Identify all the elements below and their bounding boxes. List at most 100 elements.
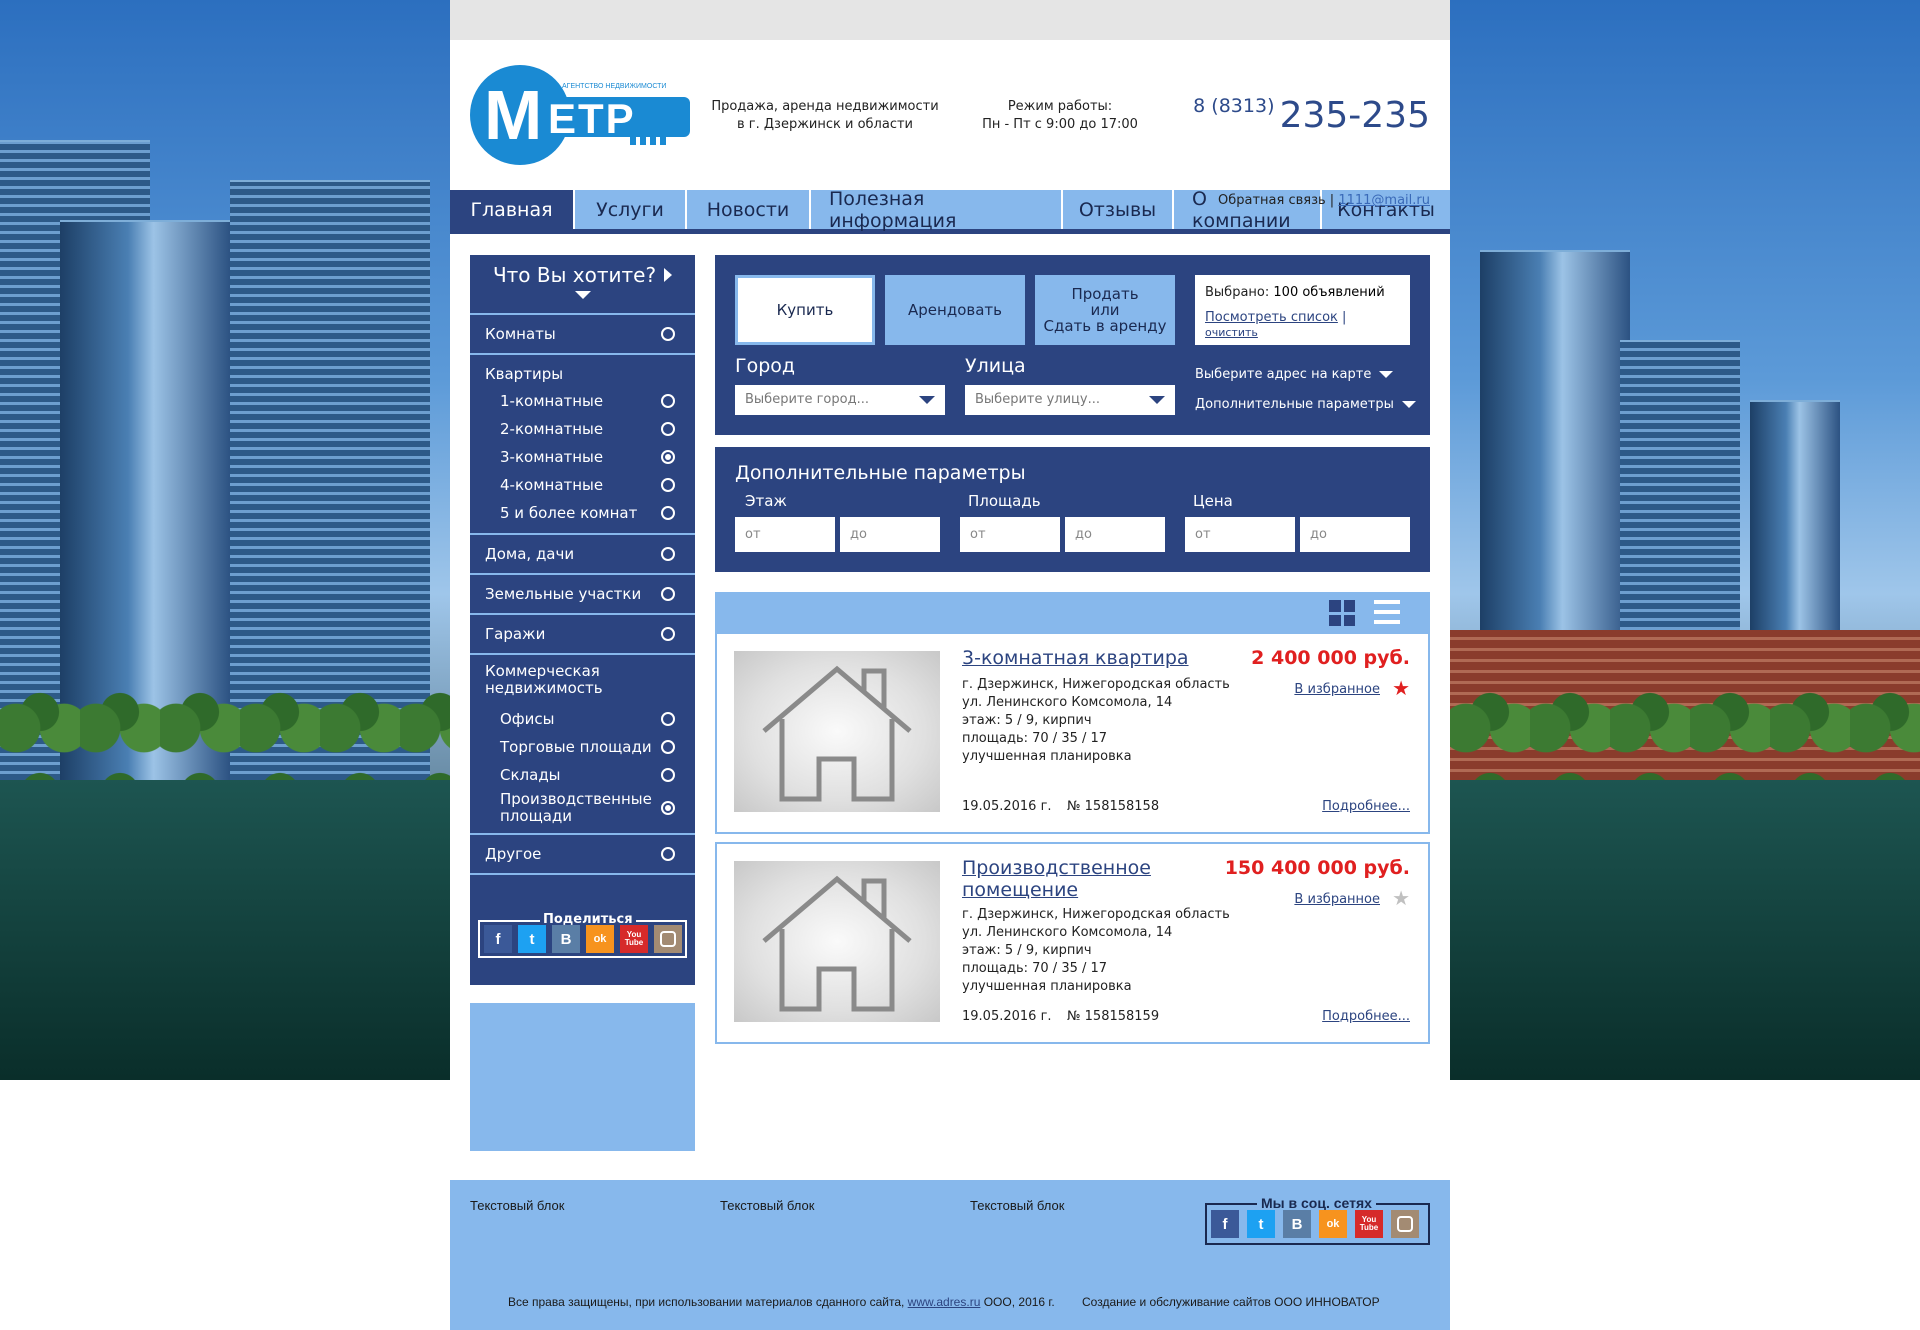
radio-button[interactable]: [661, 394, 675, 408]
favorite-star-icon[interactable]: ★: [1392, 888, 1410, 908]
logo[interactable]: M 2 АГЕНТСТВО НЕДВИЖИМОСТИ ЕТР: [470, 65, 696, 165]
radio-button-selected[interactable]: [661, 801, 675, 815]
facebook-icon[interactable]: f: [484, 925, 512, 953]
nav-item-useful-info[interactable]: Полезная информация: [811, 188, 1063, 232]
radio-button-selected[interactable]: [661, 450, 675, 464]
radio-button[interactable]: [661, 422, 675, 436]
listing-date: 19.05.2016 г.: [962, 1009, 1052, 1024]
sidebar-heading[interactable]: Что Вы хотите?: [470, 255, 695, 315]
sell-or-lease-button[interactable]: Продать или Сдать в аренду: [1035, 275, 1175, 345]
category-garages[interactable]: Гаражи: [470, 621, 695, 647]
site-creator: Создание и обслуживание сайтов ООО ИННОВ…: [1082, 1295, 1380, 1309]
site-link[interactable]: www.adres.ru: [908, 1295, 981, 1309]
area-to-input[interactable]: до: [1065, 517, 1165, 552]
instagram-icon[interactable]: [654, 925, 682, 953]
listing-title-link[interactable]: Производственное помещение: [962, 857, 1192, 901]
details-link[interactable]: Подробнее...: [1322, 799, 1410, 814]
radio-button[interactable]: [661, 478, 675, 492]
floor-from-input[interactable]: от: [735, 517, 835, 552]
twitter-icon[interactable]: t: [1247, 1210, 1275, 1238]
instagram-icon[interactable]: [1391, 1210, 1419, 1238]
listing-date: 19.05.2016 г.: [962, 799, 1052, 814]
footer-text-block: Текстовый блок: [470, 1198, 565, 1213]
listing-card[interactable]: Производственное помещение 150 400 000 р…: [715, 842, 1430, 1044]
vk-icon[interactable]: B: [552, 925, 580, 953]
chevron-down-icon: [919, 396, 935, 404]
nav-item-reviews[interactable]: Отзывы: [1063, 190, 1174, 229]
details-link[interactable]: Подробнее...: [1322, 1009, 1410, 1024]
radio-button[interactable]: [661, 506, 675, 520]
radio-button[interactable]: [661, 847, 675, 861]
category-other[interactable]: Другое: [470, 841, 695, 867]
floor-label: Этаж: [745, 492, 787, 510]
category-2-room[interactable]: 2-комнатные: [470, 415, 695, 443]
footer: Текстовый блок Текстовый блок Текстовый …: [450, 1180, 1450, 1330]
nav-item-services[interactable]: Услуги: [575, 190, 687, 229]
twitter-icon[interactable]: t: [518, 925, 546, 953]
category-houses[interactable]: Дома, дачи: [470, 541, 695, 567]
view-list-link[interactable]: Посмотреть список: [1205, 310, 1338, 325]
favorite-star-icon[interactable]: ★: [1392, 678, 1410, 698]
nav-item-home[interactable]: Главная: [450, 190, 575, 229]
clear-link[interactable]: очистить: [1205, 326, 1258, 339]
facebook-icon[interactable]: f: [1211, 1210, 1239, 1238]
radio-button[interactable]: [661, 547, 675, 561]
list-view-icon[interactable]: [1374, 600, 1400, 624]
add-to-favorites-link[interactable]: В избранное: [1294, 892, 1380, 907]
category-sidebar: Что Вы хотите? Комнаты Квартиры 1-комнат…: [470, 255, 695, 1151]
house-placeholder-image: [734, 861, 940, 1022]
radio-button[interactable]: [661, 740, 675, 754]
radio-button[interactable]: [661, 327, 675, 341]
radio-button[interactable]: [661, 712, 675, 726]
listing-card[interactable]: 3-комнатная квартира 2 400 000 руб. В из…: [715, 632, 1430, 834]
street-label: Улица: [965, 355, 1026, 377]
feedback: Обратная связь | 1111@mail.ru: [1218, 193, 1430, 208]
house-placeholder-image: [734, 651, 940, 812]
chevron-down-icon: [1379, 371, 1394, 378]
youtube-icon[interactable]: You Tube: [620, 925, 648, 953]
footer-text-block: Текстовый блок: [970, 1198, 1065, 1213]
nav-item-news[interactable]: Новости: [687, 190, 811, 229]
price-to-input[interactable]: до: [1300, 517, 1410, 552]
footer-social-title: Мы в соц. сетях: [1257, 1195, 1376, 1211]
top-strip: [450, 0, 1450, 40]
add-to-favorites-link[interactable]: В избранное: [1294, 682, 1380, 697]
radio-button[interactable]: [661, 587, 675, 601]
tagline: Продажа, аренда недвижимости в г. Дзержи…: [711, 99, 939, 132]
listing-toolbar: [715, 592, 1430, 632]
buy-button[interactable]: Купить: [735, 275, 875, 345]
city-select[interactable]: Выберите город...: [735, 385, 945, 415]
feedback-email-link[interactable]: 1111@mail.ru: [1338, 193, 1430, 208]
odnoklassniki-icon[interactable]: ok: [586, 925, 614, 953]
rent-button[interactable]: Арендовать: [885, 275, 1025, 345]
radio-button[interactable]: [661, 627, 675, 641]
category-warehouses[interactable]: Склады: [470, 761, 695, 789]
listing-title-link[interactable]: 3-комнатная квартира: [962, 647, 1192, 669]
vk-icon[interactable]: B: [1283, 1210, 1311, 1238]
extra-params-panel: Дополнительные параметры Этаж Площадь Це…: [715, 447, 1430, 572]
youtube-icon[interactable]: You Tube: [1355, 1210, 1383, 1238]
floor-to-input[interactable]: до: [840, 517, 940, 552]
area-from-input[interactable]: от: [960, 517, 1060, 552]
main-content: Купить Арендовать Продать или Сдать в арен…: [715, 255, 1430, 1044]
category-offices[interactable]: Офисы: [470, 705, 695, 733]
map-address-link[interactable]: Выберите адрес на карте: [1195, 367, 1394, 382]
category-land[interactable]: Земельные участки: [470, 581, 695, 607]
category-5-plus-room[interactable]: 5 и более комнат: [470, 499, 695, 527]
grid-view-icon[interactable]: [1329, 600, 1355, 626]
price-from-input[interactable]: от: [1185, 517, 1295, 552]
background-right-city: [1450, 0, 1920, 1080]
category-rooms[interactable]: Комнаты: [470, 321, 695, 347]
category-retail[interactable]: Торговые площади: [470, 733, 695, 761]
radio-button[interactable]: [661, 768, 675, 782]
category-3-room[interactable]: 3-комнатные: [470, 443, 695, 471]
footer-text-block: Текстовый блок: [720, 1198, 815, 1213]
share-panel: Поделиться f t B ok You Tube: [470, 875, 695, 985]
category-4-room[interactable]: 4-комнатные: [470, 471, 695, 499]
street-select[interactable]: Выберите улицу...: [965, 385, 1175, 415]
footer-social-panel: Мы в соц. сетях f t B ok You Tube: [1205, 1195, 1430, 1245]
category-production[interactable]: Производственные площади: [470, 789, 675, 827]
extra-params-link[interactable]: Дополнительные параметры: [1195, 397, 1416, 412]
odnoklassniki-icon[interactable]: ok: [1319, 1210, 1347, 1238]
category-1-room[interactable]: 1-комнатные: [470, 387, 695, 415]
